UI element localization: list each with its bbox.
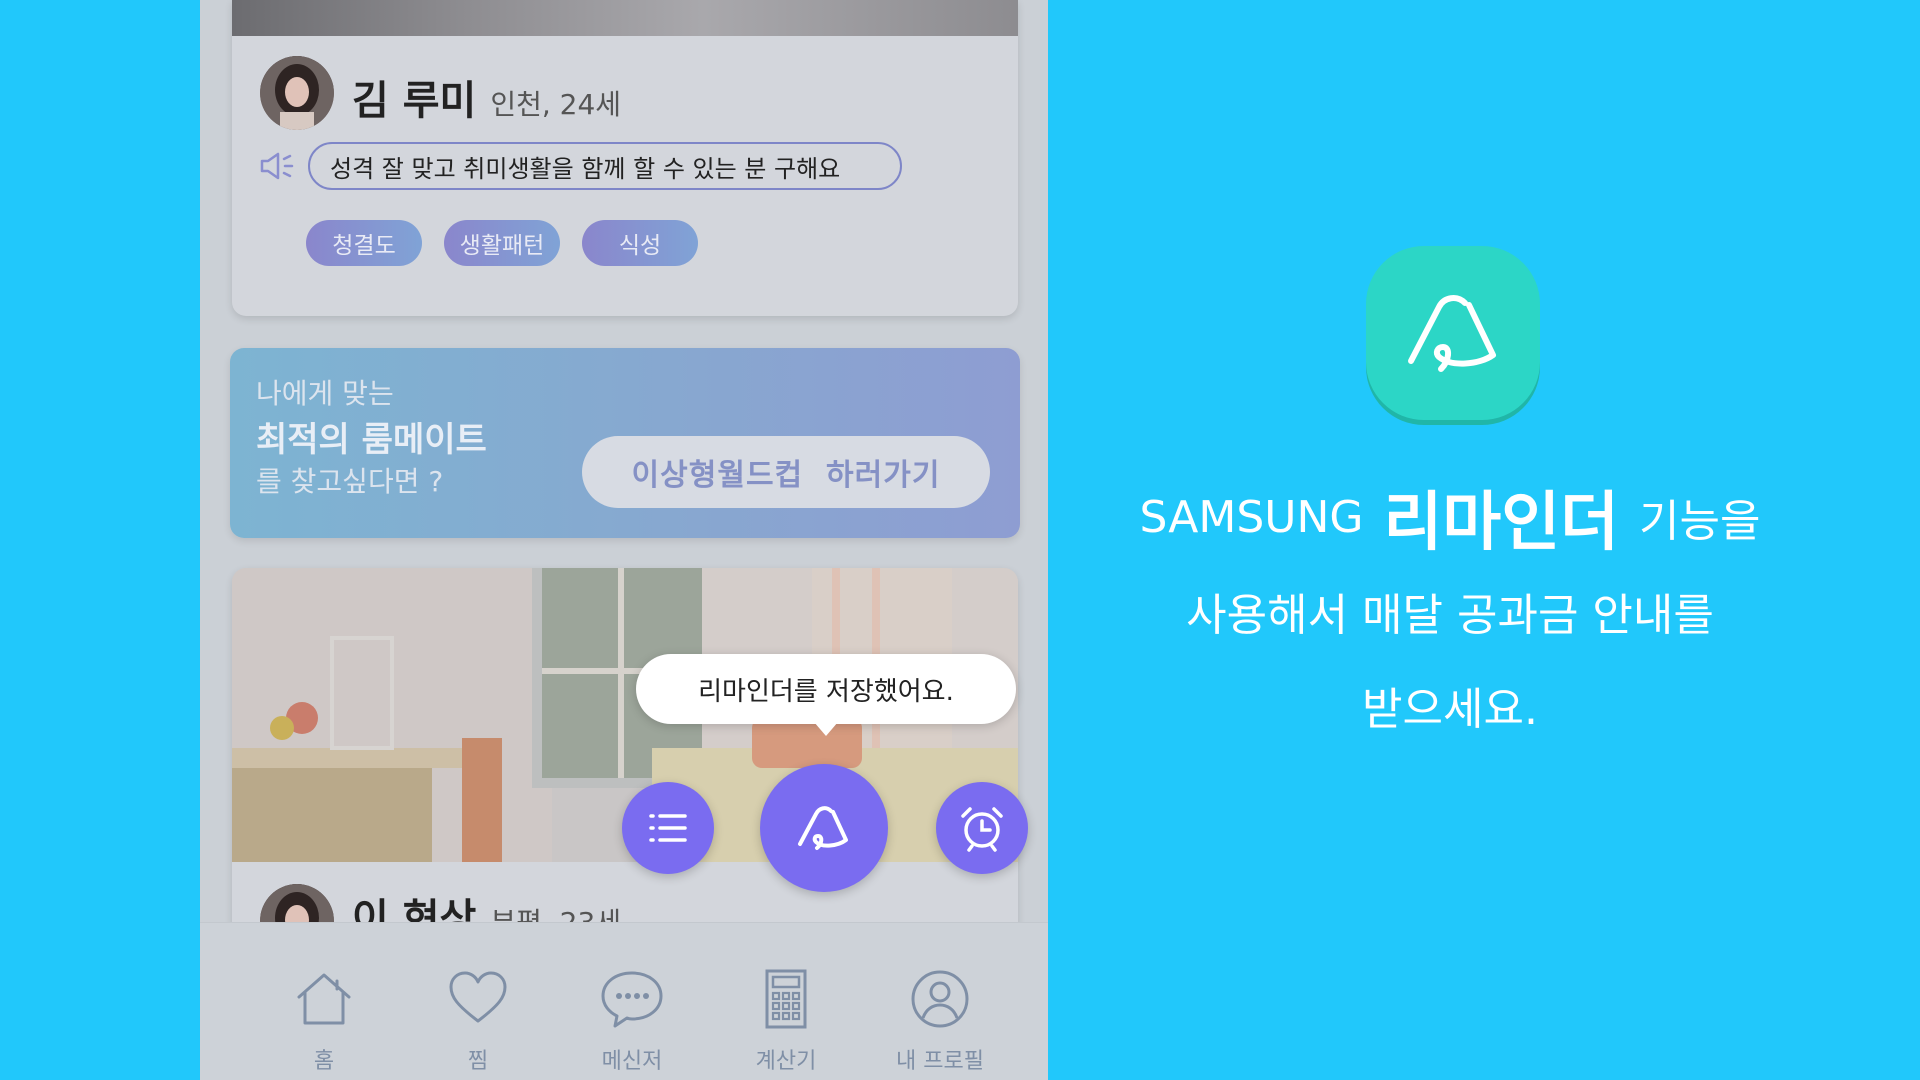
profile-location-age: 인천, 24세	[490, 88, 622, 121]
avatar	[260, 56, 334, 130]
reminder-button[interactable]	[760, 764, 888, 892]
promo-brand: SAMSUNG	[1139, 491, 1364, 543]
tab-home[interactable]: 홈	[264, 923, 384, 1080]
tab-label: 계산기	[755, 1049, 817, 1074]
toast-tail	[814, 722, 838, 736]
tab-my-profile[interactable]: 내 프로필	[880, 923, 1000, 1080]
promo-line1-tail: 기능을	[1639, 496, 1761, 547]
tab-favorites[interactable]: 찜	[418, 923, 538, 1080]
banner-line1: 나에게 맞는	[256, 377, 394, 410]
profile-photo	[232, 0, 1018, 36]
reminder-bell-icon	[798, 806, 848, 850]
promo-line1: SAMSUNG 리마인더 기능을	[1060, 470, 1840, 564]
banner-line3: 를 찾고싶다면 ?	[256, 465, 444, 498]
reminder-saved-toast: 리마인더를 저장했어요.	[636, 654, 1016, 724]
roommate-banner[interactable]: 나에게 맞는 최적의 룸메이트 를 찾고싶다면 ? 이상형월드컵 하러가기	[230, 348, 1020, 538]
tag-life-pattern[interactable]: 생활패턴	[444, 220, 560, 266]
phone-screen: 김 루미 인천, 24세 성격 잘 맞고 취미생활을 함께 할 수 있는 분 구…	[200, 0, 1048, 1080]
tab-calculator[interactable]: 계산기	[726, 923, 846, 1080]
promo-line2: 사용해서 매달 공과금 안내를	[1186, 590, 1714, 641]
heart-icon	[449, 971, 507, 1023]
megaphone-icon	[260, 152, 294, 180]
calculator-icon	[765, 969, 807, 1029]
profile-name: 김 루미	[352, 78, 477, 124]
profile-message: 성격 잘 맞고 취미생활을 함께 할 수 있는 분 구해요	[308, 142, 902, 190]
list-icon	[649, 814, 687, 842]
tag-cleanliness[interactable]: 청결도	[306, 220, 422, 266]
promo-text: SAMSUNG 리마인더 기능을 사용해서 매달 공과금 안내를 받으세요.	[1060, 470, 1840, 752]
tab-label: 홈	[313, 1049, 335, 1074]
profile-card[interactable]: 김 루미 인천, 24세 성격 잘 맞고 취미생활을 함께 할 수 있는 분 구…	[232, 0, 1018, 316]
reminder-list-button[interactable]	[622, 782, 714, 874]
samsung-reminder-app-icon	[1366, 246, 1540, 420]
bottom-tab-bar: 홈 찜 메신저 계산기 내 프로필	[200, 922, 1048, 1080]
promo-feature: 리마인더	[1383, 486, 1620, 560]
alarm-button[interactable]	[936, 782, 1028, 874]
profile-icon	[911, 970, 969, 1028]
tab-label: 내 프로필	[896, 1049, 984, 1074]
chat-icon	[601, 971, 663, 1028]
worldcup-button[interactable]: 이상형월드컵 하러가기	[582, 436, 990, 508]
banner-line2: 최적의 룸메이트	[256, 420, 487, 460]
tab-messenger[interactable]: 메신저	[572, 923, 692, 1080]
tab-label: 메신저	[601, 1049, 663, 1074]
promo-line3: 받으세요.	[1362, 684, 1538, 735]
alarm-clock-icon	[961, 807, 1003, 852]
home-icon	[297, 973, 351, 1025]
tab-label: 찜	[467, 1049, 489, 1074]
tag-diet[interactable]: 식성	[582, 220, 698, 266]
reminder-bell-icon	[1408, 295, 1496, 372]
